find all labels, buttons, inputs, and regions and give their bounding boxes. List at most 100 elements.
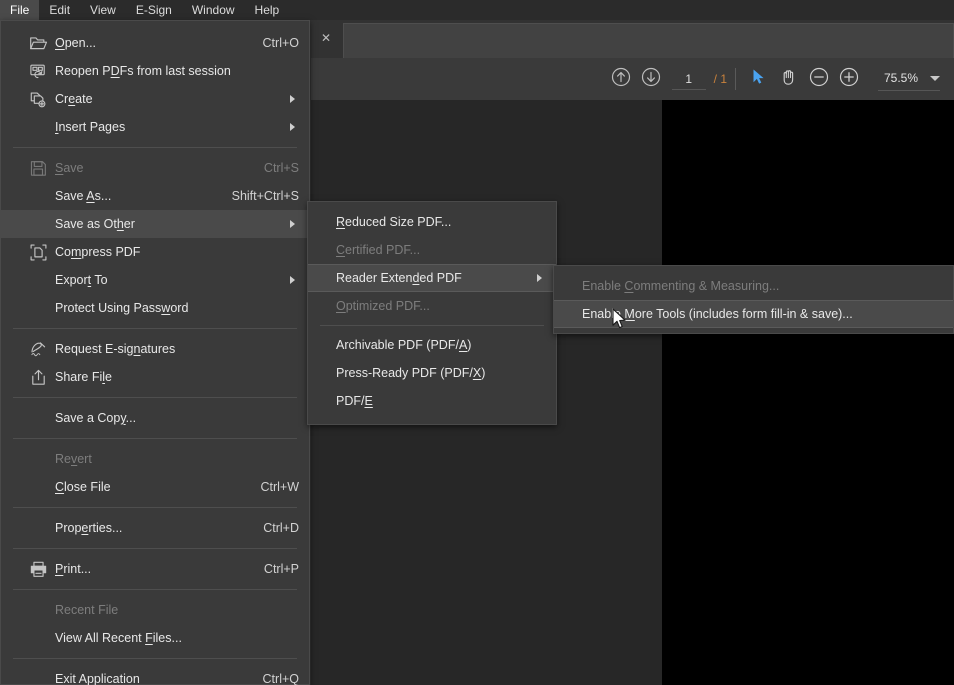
accelerator-char: O: [336, 299, 346, 313]
save-disk-icon: [21, 154, 55, 182]
file-menu-label: Compress PDF: [55, 245, 141, 259]
file-menu-item-save: Save Ctrl+S: [1, 154, 309, 182]
file-menu-label: Revert: [55, 452, 92, 466]
file-menu-label: Insert Pages: [55, 120, 126, 134]
file-menu-separator: [13, 658, 297, 659]
menu-item-icon-slot: [21, 294, 55, 322]
file-menu-item-close-file[interactable]: Close File Ctrl+W: [1, 473, 309, 501]
file-menu-item-insert-pages[interactable]: Insert Pages: [1, 113, 309, 141]
accelerator-char: X: [472, 366, 482, 380]
file-menu-label: View All Recent Files...: [55, 631, 182, 645]
save-as-other-label: Reader Extended PDF: [336, 271, 462, 285]
application-window: File Edit View E-Sign Window Help ✕ 1 / …: [0, 0, 954, 685]
file-menu-item-save-as-other[interactable]: Save as Other: [1, 210, 309, 238]
menu-item-icon-slot: [562, 272, 582, 300]
save-as-other-label: Certified PDF...: [336, 243, 421, 257]
select-tool-button[interactable]: [744, 64, 774, 94]
menubar-item-file[interactable]: File: [0, 0, 40, 20]
menu-item-icon-slot: [21, 624, 55, 652]
menubar-item-edit[interactable]: Edit: [39, 0, 80, 20]
save-as-other-item-certified-pdf: Certified PDF...: [308, 236, 556, 264]
file-menu-shortcut: Ctrl+O: [262, 36, 299, 50]
menu-item-icon-slot: [21, 473, 55, 501]
page-total-label: / 1: [714, 72, 727, 86]
save-as-other-item-reduced-size-pdf[interactable]: Reduced Size PDF...: [308, 208, 556, 236]
accelerator-char: x: [63, 672, 70, 685]
save-as-other-item-archivable-pdf[interactable]: Archivable PDF (PDF/A): [308, 331, 556, 359]
accelerator-char: I: [55, 120, 59, 134]
save-as-other-label: Optimized PDF...: [336, 299, 430, 313]
file-menu-label: Properties...: [55, 521, 123, 535]
file-menu-separator: [13, 147, 297, 148]
chevron-down-icon[interactable]: [930, 75, 940, 81]
save-as-other-label: Archivable PDF (PDF/A): [336, 338, 472, 352]
previous-page-button[interactable]: [606, 64, 636, 94]
file-menu-shortcut: Ctrl+W: [260, 480, 299, 494]
accelerator-char: e: [81, 521, 89, 535]
zoom-out-button[interactable]: [804, 64, 834, 94]
accelerator-char: l: [102, 370, 106, 384]
menubar-item-e-sign[interactable]: E-Sign: [126, 0, 182, 20]
arrow-up-circle-icon: [611, 67, 631, 92]
hand-tool-button[interactable]: [774, 64, 804, 94]
file-menu-item-print[interactable]: Print... Ctrl+P: [1, 555, 309, 583]
menu-item-icon-slot: [21, 665, 55, 685]
file-menu-label: Exit Application: [55, 672, 140, 685]
accelerator-char: n: [133, 342, 141, 356]
file-menu-separator: [13, 548, 297, 549]
e-signature-icon: [21, 335, 55, 363]
file-menu-label: Open...: [55, 36, 97, 50]
document-tab[interactable]: [343, 23, 954, 58]
save-as-other-item-press-ready-pdf[interactable]: Press-Ready PDF (PDF/X): [308, 359, 556, 387]
menubar-item-window[interactable]: Window: [182, 0, 245, 20]
file-menu-item-exit-application[interactable]: Exit Application Ctrl+Q: [1, 665, 309, 685]
document-toolbar: 1 / 1 75.5%: [311, 58, 954, 100]
menu-item-icon-slot: [316, 236, 336, 264]
menubar-item-view[interactable]: View: [80, 0, 126, 20]
menu-item-icon-slot: [316, 208, 336, 236]
menu-item-icon-slot: [21, 182, 55, 210]
save-as-other-item-pdf-e[interactable]: PDF/E: [308, 387, 556, 415]
file-menu: Open... Ctrl+O Reopen PDFs from last sessi…: [0, 20, 310, 685]
tab-close-icon[interactable]: ✕: [318, 30, 334, 46]
file-menu-shortcut: Ctrl+S: [263, 161, 299, 175]
menu-item-icon-slot: [21, 596, 55, 624]
file-menu-separator: [13, 328, 297, 329]
file-menu-item-export-to[interactable]: Export To: [1, 266, 309, 294]
file-menu-item-compress-pdf[interactable]: Compress PDF: [1, 238, 309, 266]
save-as-other-separator: [320, 325, 544, 326]
create-pdf-icon: [21, 85, 55, 113]
file-menu-item-open[interactable]: Open... Ctrl+O: [1, 29, 309, 57]
arrow-down-circle-icon: [641, 67, 661, 92]
file-menu-item-share-file[interactable]: Share File: [1, 363, 309, 391]
menu-item-icon-slot: [316, 359, 336, 387]
menu-item-icon-slot: [21, 266, 55, 294]
submenu-arrow-icon: [290, 123, 295, 131]
file-menu-item-view-all-recent-files[interactable]: View All Recent Files...: [1, 624, 309, 652]
accelerator-char: D: [110, 64, 120, 78]
zoom-level-control[interactable]: 75.5%: [878, 67, 940, 91]
file-menu-label: Save a Copy...: [55, 411, 137, 425]
file-menu-item-properties[interactable]: Properties... Ctrl+D: [1, 514, 309, 542]
file-menu-item-create[interactable]: Create: [1, 85, 309, 113]
accelerator-char: C: [55, 480, 65, 494]
zoom-in-button[interactable]: [834, 64, 864, 94]
compress-pdf-icon: [21, 238, 55, 266]
file-menu-item-save-a-copy[interactable]: Save a Copy...: [1, 404, 309, 432]
save-as-other-item-reader-extended-pdf[interactable]: Reader Extended PDF: [308, 264, 556, 292]
page-number-input[interactable]: 1: [671, 69, 706, 90]
file-menu-item-reopen-pdfs[interactable]: Reopen PDFs from last session: [1, 57, 309, 85]
file-menu-item-protect-using-password[interactable]: Protect Using Password: [1, 294, 309, 322]
reader-extended-item-enable-more-tools[interactable]: Enable More Tools (includes form fill-in…: [554, 300, 953, 328]
next-page-button[interactable]: [636, 64, 666, 94]
file-menu-item-save-as[interactable]: Save As... Shift+Ctrl+S: [1, 182, 309, 210]
cursor-arrow-icon: [750, 68, 768, 91]
accelerator-char: d: [412, 271, 420, 285]
menubar-item-help[interactable]: Help: [245, 0, 290, 20]
tab-strip: ✕: [311, 20, 954, 58]
menu-item-icon-slot: [316, 331, 336, 359]
file-menu-item-recent-file: Recent File: [1, 596, 309, 624]
menu-item-icon-slot: [316, 264, 336, 292]
file-menu-item-request-e-signatures[interactable]: Request E-signatures: [1, 335, 309, 363]
file-menu-separator: [13, 589, 297, 590]
